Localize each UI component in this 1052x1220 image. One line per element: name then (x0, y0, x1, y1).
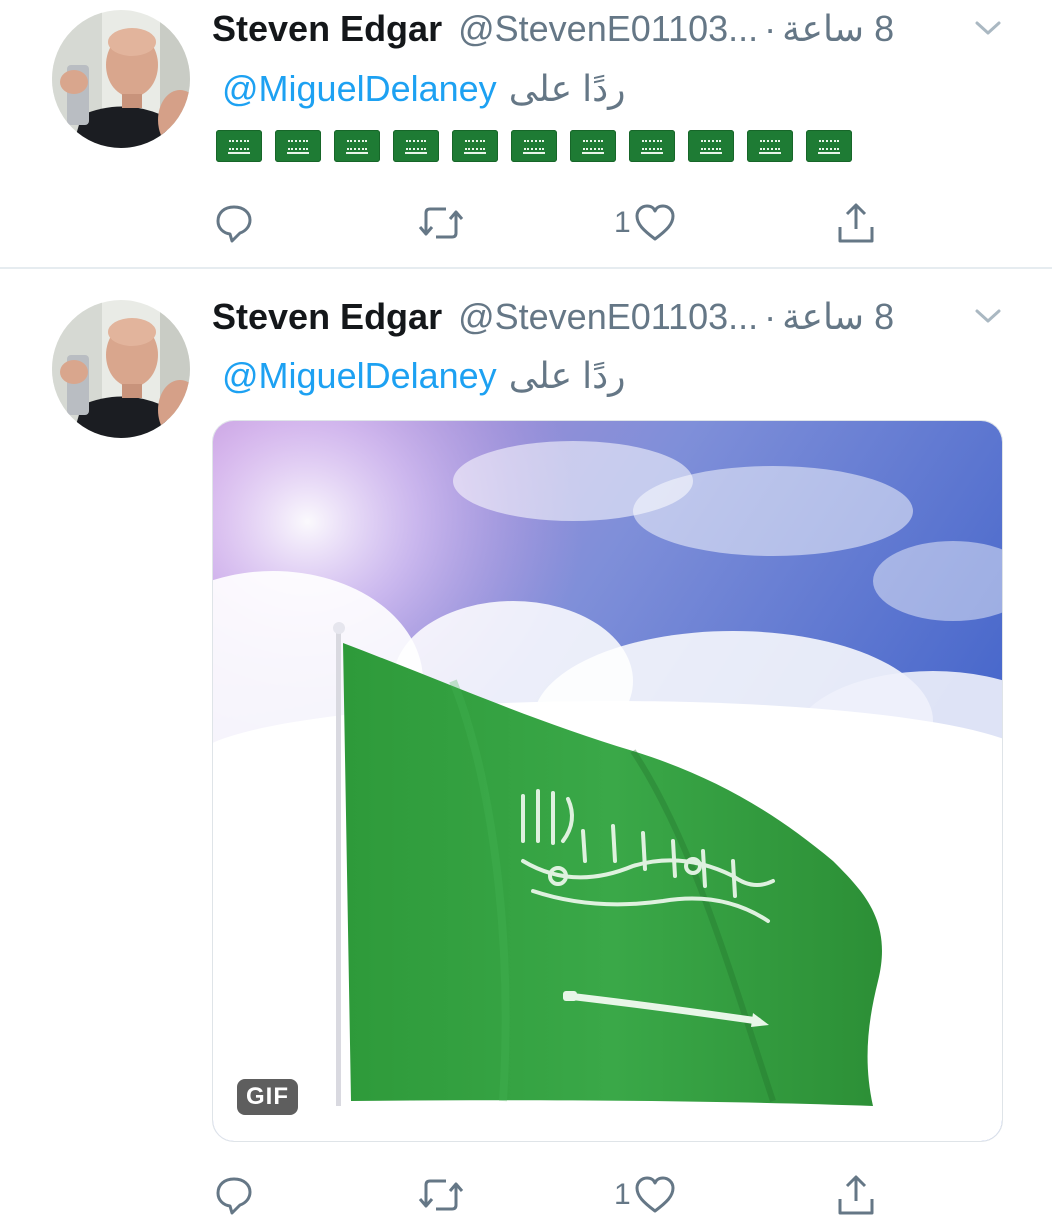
like-button[interactable]: 1 (614, 1170, 677, 1220)
tweet-actions: 1 (0, 198, 1052, 248)
saudi-flag-icon (806, 130, 852, 162)
reply-icon (216, 1177, 252, 1215)
chevron-down-icon[interactable] (973, 306, 1003, 326)
saudi-flag-icon (452, 130, 498, 162)
separator-dot: · (764, 8, 777, 49)
tweet-header: Steven Edgar @StevenE01103... · 8 ساعة (212, 4, 894, 54)
like-button[interactable]: 1 (614, 198, 677, 248)
like-count: 1 (614, 1178, 631, 1211)
timestamp[interactable]: 8 ساعة (782, 296, 894, 337)
tweet-divider (0, 267, 1052, 269)
retweet-icon (418, 1179, 464, 1211)
reply-context: @MiguelDelaney ردًا على (222, 353, 626, 399)
tweet-body (216, 130, 852, 162)
retweet-icon (418, 207, 464, 239)
gif-badge: GIF (237, 1079, 298, 1115)
share-button[interactable] (834, 198, 878, 248)
gif-media[interactable]: GIF (212, 420, 1003, 1142)
heart-icon (635, 1176, 675, 1213)
saudi-flag-icon (747, 130, 793, 162)
share-icon (838, 1175, 874, 1215)
reply-mention-link[interactable]: @MiguelDelaney (222, 355, 497, 396)
saudi-flag-icon (629, 130, 675, 162)
separator-dot: · (764, 296, 777, 337)
tweet-actions: 1 (0, 1170, 1052, 1220)
like-count: 1 (614, 206, 631, 239)
share-button[interactable] (834, 1170, 878, 1220)
avatar[interactable] (52, 10, 190, 148)
saudi-flag-icon (570, 130, 616, 162)
share-icon (838, 203, 874, 243)
saudi-flag-icon (393, 130, 439, 162)
tweet-header: Steven Edgar @StevenE01103... · 8 ساعة (212, 292, 894, 342)
reply-button[interactable] (214, 1170, 254, 1220)
reply-label: ردًا على (508, 68, 626, 109)
reply-button[interactable] (214, 198, 254, 248)
reply-context: @MiguelDelaney ردًا على (222, 66, 626, 112)
saudi-flag-gif-image (213, 421, 1002, 1141)
author-name[interactable]: Steven Edgar (212, 8, 442, 49)
saudi-flag-icon (688, 130, 734, 162)
heart-icon (635, 204, 675, 241)
tweet[interactable]: Steven Edgar @StevenE01103... · 8 ساعة @Mig… (0, 0, 1052, 268)
tweet[interactable]: Steven Edgar @StevenE01103... · 8 ساعة @Mig… (0, 270, 1052, 1215)
reply-icon (216, 205, 252, 243)
chevron-down-icon[interactable] (973, 18, 1003, 38)
avatar[interactable] (52, 300, 190, 438)
saudi-flag-icon (275, 130, 321, 162)
author-handle[interactable]: @StevenE01103... (458, 8, 758, 49)
reply-label: ردًا على (508, 355, 626, 396)
saudi-flag-icon (216, 130, 262, 162)
author-handle[interactable]: @StevenE01103... (458, 296, 758, 337)
retweet-button[interactable] (416, 198, 466, 248)
timestamp[interactable]: 8 ساعة (782, 8, 894, 49)
saudi-flag-icon (511, 130, 557, 162)
saudi-flag-icon (334, 130, 380, 162)
author-name[interactable]: Steven Edgar (212, 296, 442, 337)
reply-mention-link[interactable]: @MiguelDelaney (222, 68, 497, 109)
retweet-button[interactable] (416, 1170, 466, 1220)
